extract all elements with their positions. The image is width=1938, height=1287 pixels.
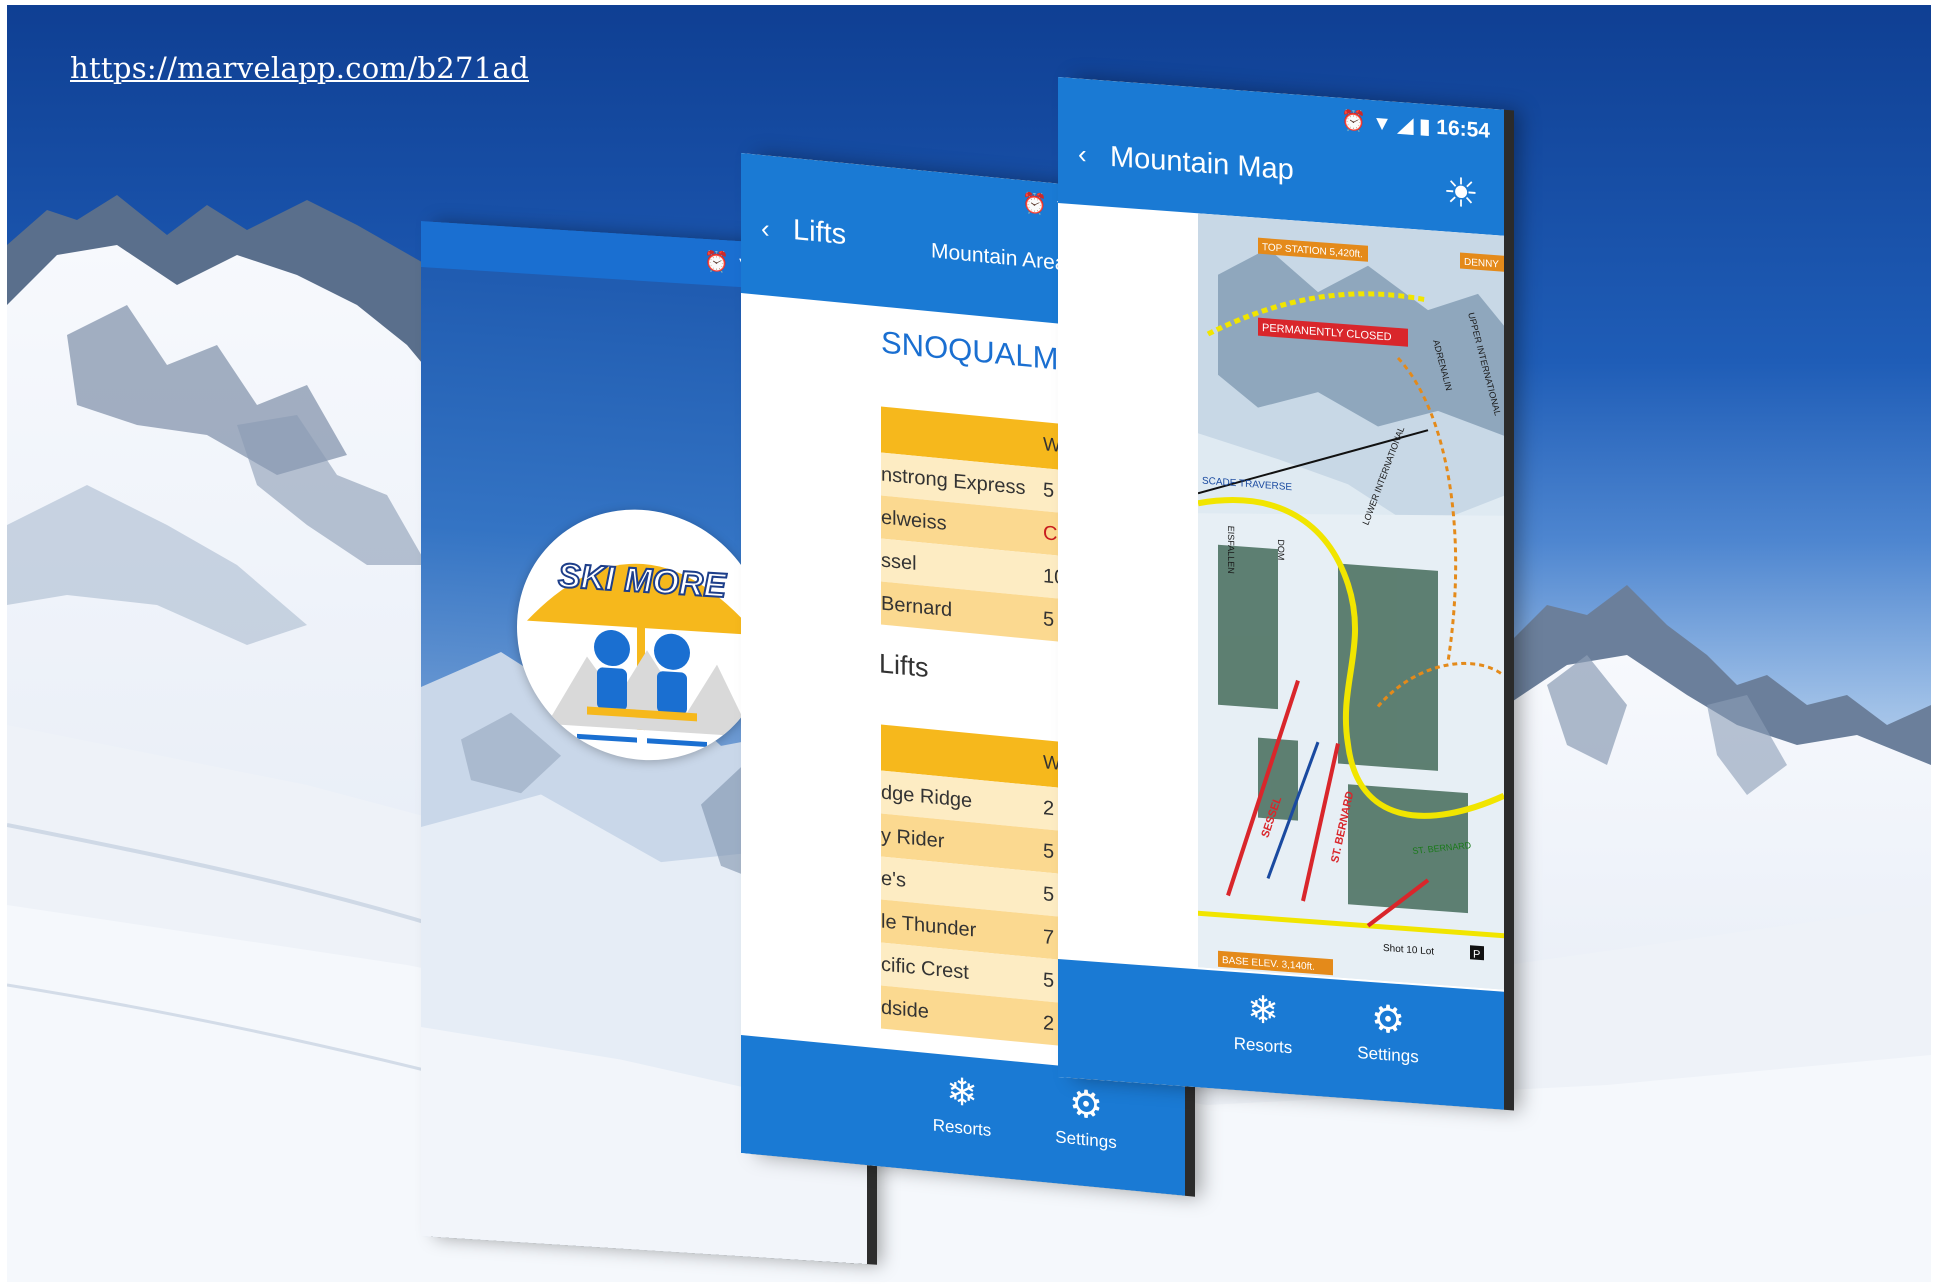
back-arrow-icon[interactable]: ‹ [761, 213, 770, 245]
resort-name: SNOQUALMIE [881, 324, 1088, 380]
svg-text:P: P [1473, 948, 1480, 961]
dom-label: DOM [1276, 539, 1286, 561]
nav-resorts[interactable]: ❄ Resorts [1208, 988, 1318, 1060]
prototype-url-link[interactable]: https://marvelapp.com/b271ad [70, 51, 529, 85]
snowflake-icon: ❄ [946, 1070, 978, 1116]
eisfallen-label: EISFALLEN [1226, 525, 1236, 574]
nav-settings[interactable]: ⚙ Settings [1333, 997, 1443, 1069]
map-title: Mountain Map [1110, 140, 1294, 187]
trail-map[interactable]: TOP STATION 5,420ft. DENNY PERMANENTLY C… [1197, 213, 1504, 990]
snowflake-icon: ❄ [1247, 988, 1279, 1034]
gear-icon: ⚙ [1370, 997, 1406, 1043]
section-title-lifts: Lifts [879, 648, 929, 684]
nav-resorts[interactable]: ❄ Resorts [907, 1069, 1017, 1144]
phone-map-screen: ⏰ ▼ ◢ ▮ 16:54 ‹ Mountain Map ☀ TOP STATI… [1058, 77, 1504, 1110]
mountain-area-dropdown[interactable]: Mountain Area [931, 239, 1066, 276]
battery-icon: ▮ [1419, 115, 1431, 139]
alarm-icon: ⏰ [1341, 109, 1367, 134]
lifts-title: Lifts [793, 214, 847, 252]
signal-icon: ◢ [1397, 113, 1414, 138]
wifi-icon: ▼ [1372, 112, 1392, 136]
back-arrow-icon[interactable]: ‹ [1078, 138, 1087, 170]
alarm-icon: ⏰ [704, 250, 730, 275]
gear-icon: ⚙ [1068, 1082, 1104, 1128]
sun-weather-icon[interactable]: ☀ [1443, 169, 1479, 218]
alarm-icon: ⏰ [1022, 192, 1048, 217]
nav-settings[interactable]: ⚙ Settings [1031, 1081, 1141, 1156]
status-time: 16:54 [1436, 115, 1490, 143]
